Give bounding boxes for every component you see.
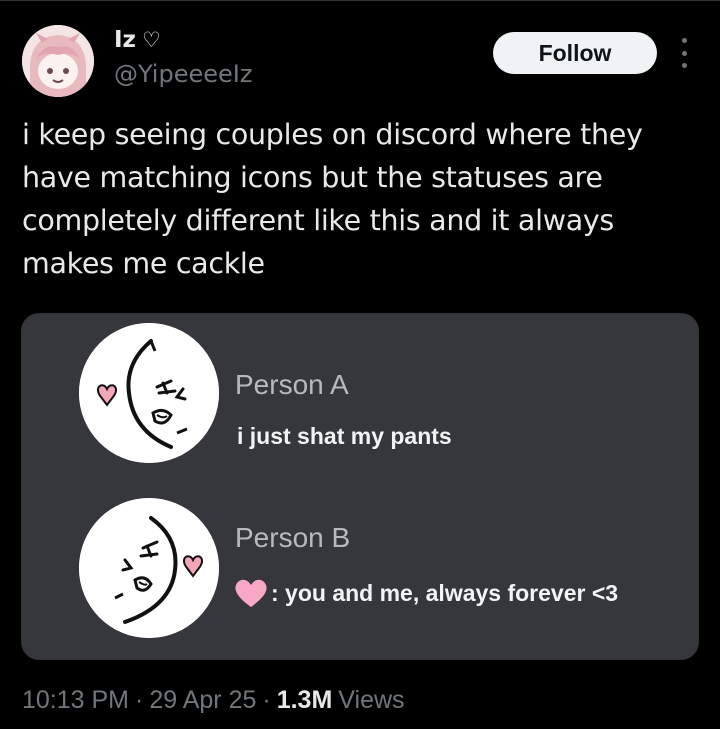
display-name-text: Iz bbox=[114, 27, 136, 53]
tweet-meta: 10:13 PM · 29 Apr 25 · 1.3M Views bbox=[22, 686, 405, 715]
author-avatar[interactable] bbox=[22, 25, 94, 97]
tweet-page: Iz ♡ @YipeeeeIz Follow i keep seeing cou… bbox=[0, 0, 720, 729]
author-display-name[interactable]: Iz ♡ bbox=[114, 27, 161, 53]
person-b-avatar-drawing bbox=[79, 498, 219, 638]
person-b-status-text: : you and me, always forever <3 bbox=[271, 579, 619, 606]
follow-button[interactable]: Follow bbox=[493, 32, 657, 74]
person-b-name: Person B bbox=[235, 522, 351, 553]
person-a-status-text: i just shat my pants bbox=[237, 423, 452, 449]
views-label: Views bbox=[338, 686, 405, 714]
person-b-status: : you and me, always forever <3 bbox=[233, 577, 618, 609]
tweet-date[interactable]: 29 Apr 25 bbox=[149, 686, 256, 715]
tweet-text: i keep seeing couples on discord where t… bbox=[22, 118, 643, 280]
more-dot bbox=[681, 38, 687, 43]
views-count[interactable]: 1.3M bbox=[277, 686, 333, 715]
person-a-name: Person A bbox=[235, 369, 349, 400]
pink-heart-icon bbox=[235, 579, 267, 607]
top-divider bbox=[0, 0, 720, 1]
person-b-avatar bbox=[79, 498, 219, 638]
more-dot bbox=[681, 50, 687, 56]
heart-outline-icon: ♡ bbox=[141, 27, 161, 52]
person-a-status: i just shat my pants bbox=[237, 423, 452, 450]
person-a-avatar bbox=[79, 323, 219, 463]
author-handle[interactable]: @YipeeeeIz bbox=[114, 60, 252, 88]
tweet-media-image[interactable]: Person A i just shat my pants Person B :… bbox=[21, 313, 699, 660]
more-dot bbox=[681, 63, 687, 68]
tweet-time[interactable]: 10:13 PM bbox=[22, 686, 129, 715]
author-avatar-image bbox=[22, 25, 94, 97]
person-a-avatar-drawing bbox=[79, 323, 219, 463]
meta-separator: · bbox=[135, 686, 144, 714]
more-vertical-icon[interactable] bbox=[676, 38, 692, 68]
meta-separator: · bbox=[262, 686, 271, 714]
